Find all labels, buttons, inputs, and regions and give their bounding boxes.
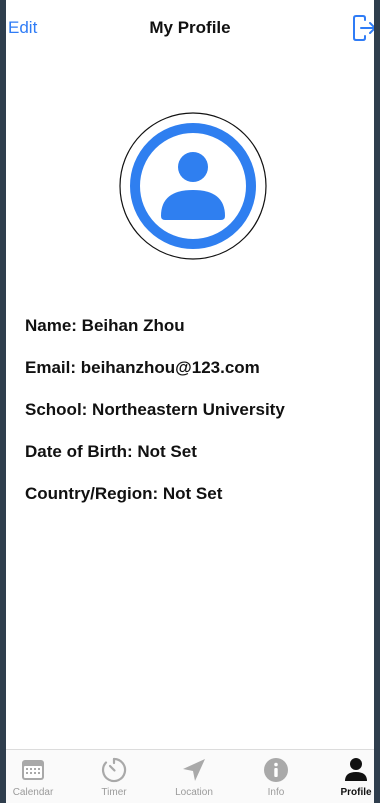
tab-location[interactable]: Location	[159, 750, 229, 803]
tab-timer[interactable]: Timer	[79, 750, 149, 803]
tab-label: Info	[267, 787, 285, 798]
page-title: My Profile	[149, 18, 231, 37]
tab-label: Profile	[340, 787, 372, 798]
person-icon	[345, 758, 367, 781]
logout-button[interactable]	[352, 14, 374, 42]
country-region-field: Country/Region: Not Set	[25, 484, 223, 503]
name-field: Name: Beihan Zhou	[25, 316, 185, 335]
email-field: Email: beihanzhou@123.com	[25, 358, 260, 377]
logout-icon	[353, 15, 374, 41]
navigation-bar: Edit My Profile	[6, 0, 374, 56]
tab-label: Timer	[101, 787, 127, 798]
tab-info[interactable]: Info	[241, 750, 311, 803]
person-icon	[119, 112, 267, 260]
timer-icon	[101, 757, 127, 783]
location-arrow-icon	[183, 759, 205, 781]
school-field: School: Northeastern University	[25, 400, 285, 419]
profile-info: Name: Beihan Zhou Email: beihanzhou@123.…	[25, 314, 285, 524]
tab-calendar[interactable]: Calendar	[6, 750, 68, 803]
profile-screen: Edit My Profile Name: Beihan Zhou Email:…	[6, 0, 374, 803]
date-of-birth-field: Date of Birth: Not Set	[25, 442, 197, 461]
tab-label: Location	[175, 787, 213, 798]
tab-profile[interactable]: Profile	[321, 750, 374, 803]
tab-bar: Calendar Timer Location Info Profile	[6, 749, 374, 803]
info-icon	[264, 758, 288, 782]
avatar[interactable]	[119, 112, 267, 260]
tab-label: Calendar	[12, 787, 54, 798]
calendar-icon	[22, 760, 44, 780]
